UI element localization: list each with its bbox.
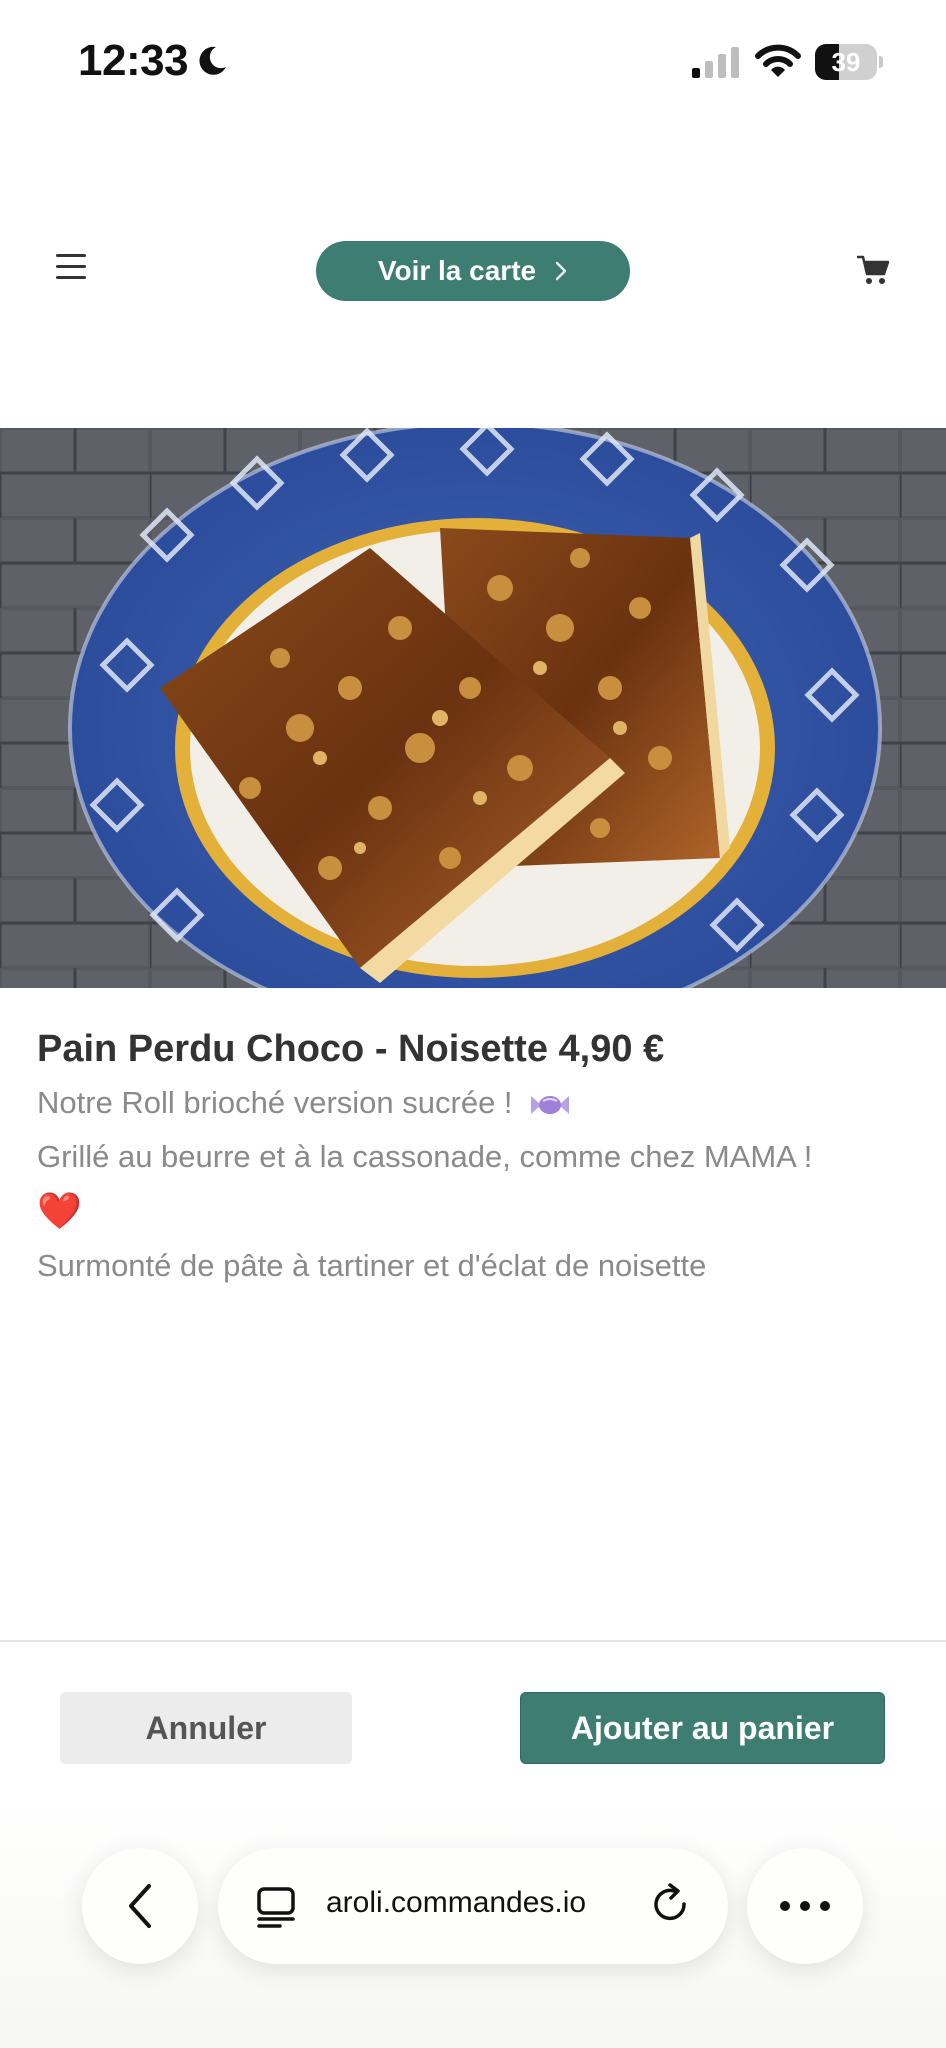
- french-toast-plate-photo: [0, 428, 946, 988]
- menu-line: [56, 276, 86, 279]
- product-title: Pain Perdu Choco - Noisette 4,90 €: [37, 1028, 665, 1070]
- shopping-cart-icon[interactable]: [856, 254, 890, 286]
- back-button[interactable]: [82, 1848, 198, 1964]
- add-to-cart-button[interactable]: Ajouter au panier: [520, 1692, 885, 1764]
- candy-icon: [531, 1095, 570, 1114]
- chevron-right-icon: [555, 261, 567, 281]
- product-photo-drawing: [0, 428, 946, 988]
- wifi-icon: [755, 44, 801, 77]
- cancel-button[interactable]: Annuler: [60, 1692, 352, 1764]
- tabs-icon: [257, 1887, 295, 1928]
- menu-line: [56, 265, 86, 268]
- battery-icon: 39: [815, 44, 883, 80]
- more-icon: [780, 1901, 830, 1911]
- product-description-line-1: Notre Roll brioché version sucrée !: [37, 1085, 573, 1121]
- status-time: 12:33: [78, 36, 189, 85]
- product-page: 12:33 39 Voir la carte Pain Perdu Choco …: [0, 0, 946, 2048]
- description-text: Notre Roll brioché version sucrée !: [37, 1085, 513, 1120]
- voir-la-carte-label: Voir la carte: [377, 255, 537, 286]
- product-description-line-3: Surmonté de pâte à tartiner et d'éclat d…: [37, 1248, 707, 1283]
- battery-body: 39: [815, 44, 877, 80]
- battery-percent: 39: [831, 47, 861, 77]
- voir-la-carte-button[interactable]: Voir la carte: [316, 241, 630, 301]
- hamburger-menu-icon[interactable]: [56, 254, 88, 282]
- back-icon: [129, 1884, 151, 1928]
- heart-emoji: ❤️: [37, 1190, 82, 1231]
- menu-line: [56, 254, 86, 257]
- status-clock: 12:33: [78, 36, 230, 86]
- more-options-button[interactable]: [747, 1848, 863, 1964]
- signal-icon: [692, 47, 739, 78]
- status-bar: 12:33 39: [0, 0, 946, 120]
- reload-icon[interactable]: [650, 1882, 692, 1928]
- action-divider: [0, 1640, 946, 1642]
- product-description-line-2: Grillé au beurre et à la cassonade, comm…: [37, 1139, 813, 1174]
- url-text: aroli.commandes.io: [326, 1886, 587, 1919]
- url-bar[interactable]: aroli.commandes.io: [218, 1848, 728, 1964]
- moon-icon: [199, 46, 227, 75]
- battery-tip: [879, 56, 883, 68]
